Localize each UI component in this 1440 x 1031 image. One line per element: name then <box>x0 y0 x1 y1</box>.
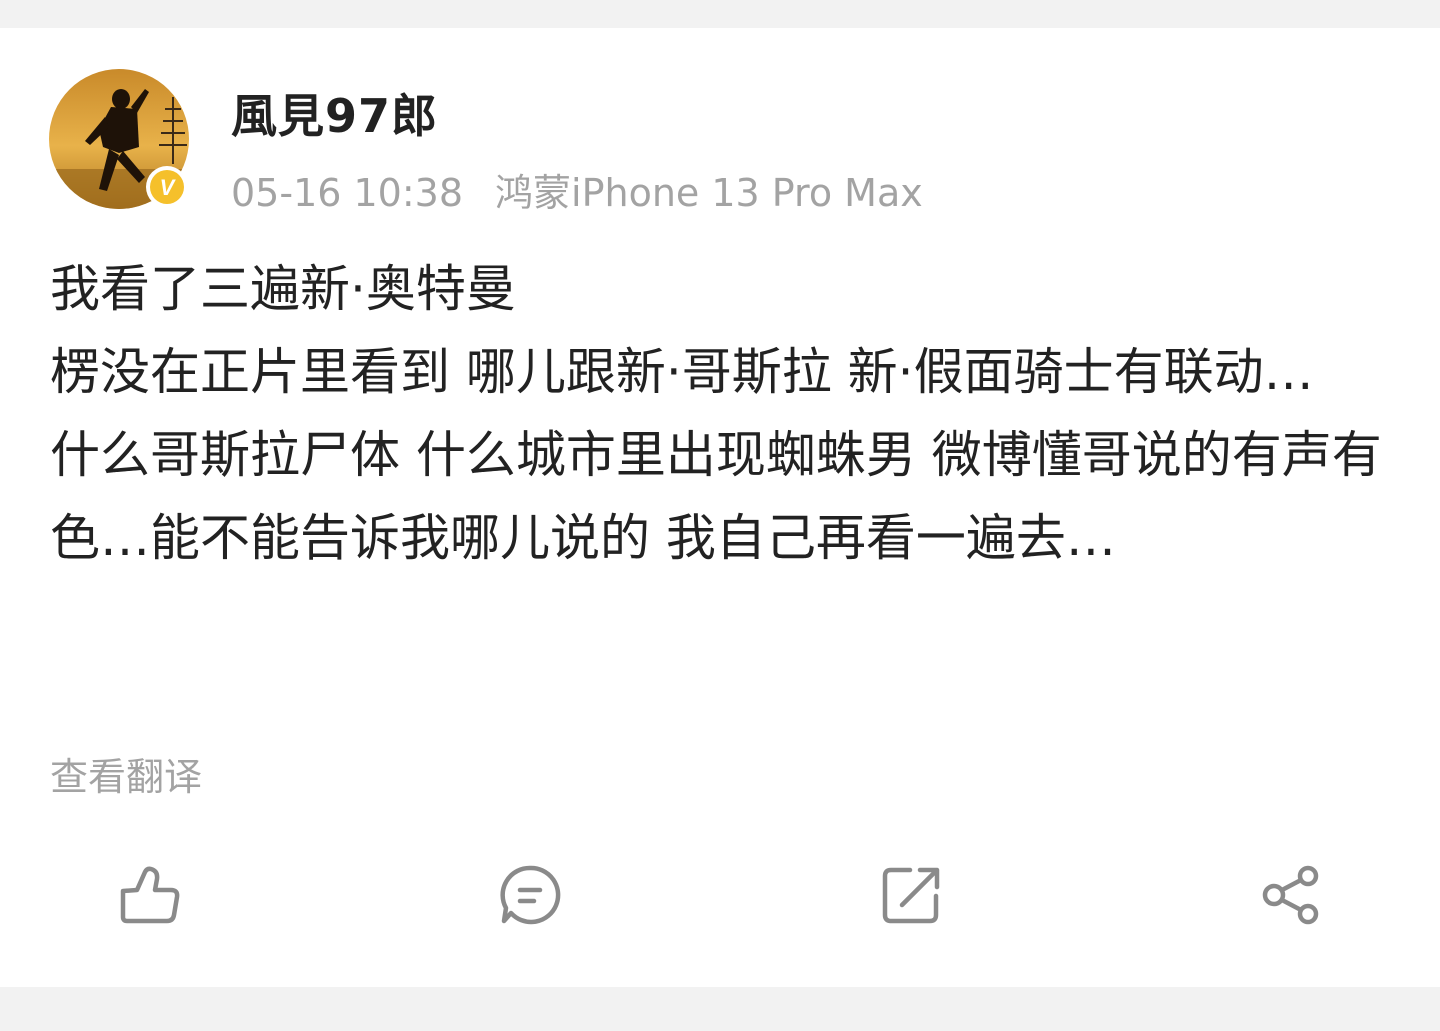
verified-mark: V <box>160 175 177 200</box>
repost-button[interactable] <box>880 863 944 927</box>
content-line: 什么哥斯拉尸体 什么城市里出现蜘蛛男 微博懂哥说的有声有色…能不能告诉我哪儿说的… <box>50 426 1382 567</box>
post-meta: 05-16 10:38 鸿蒙iPhone 13 Pro Max <box>231 162 923 217</box>
comment-button[interactable] <box>498 863 562 927</box>
post-time: 05-16 10:38 <box>231 171 464 215</box>
author-avatar[interactable]: V <box>49 69 189 209</box>
share-icon <box>1262 865 1319 925</box>
translate-link[interactable]: 查看翻译 <box>50 746 202 801</box>
like-button[interactable] <box>117 863 181 927</box>
thumbs-up-icon <box>120 866 180 924</box>
content-line: 楞没在正片里看到 哪儿跟新·哥斯拉 新·假面骑士有联动… <box>50 343 1314 401</box>
verified-badge-icon: V <box>146 166 188 208</box>
share-button[interactable] <box>1260 863 1324 927</box>
post-content: 我看了三遍新·奥特曼 楞没在正片里看到 哪儿跟新·哥斯拉 新·假面骑士有联动… … <box>50 248 1395 580</box>
post-source: 鸿蒙iPhone 13 Pro Max <box>495 171 923 215</box>
author-name[interactable]: 風見97郎 <box>231 80 438 146</box>
weibo-post-card: V 風見97郎 05-16 10:38 鸿蒙iPhone 13 Pro Max 我… <box>0 28 1440 987</box>
content-line: 我看了三遍新·奥特曼 <box>50 260 516 318</box>
comment-icon <box>500 865 561 925</box>
repost-icon <box>882 867 940 924</box>
